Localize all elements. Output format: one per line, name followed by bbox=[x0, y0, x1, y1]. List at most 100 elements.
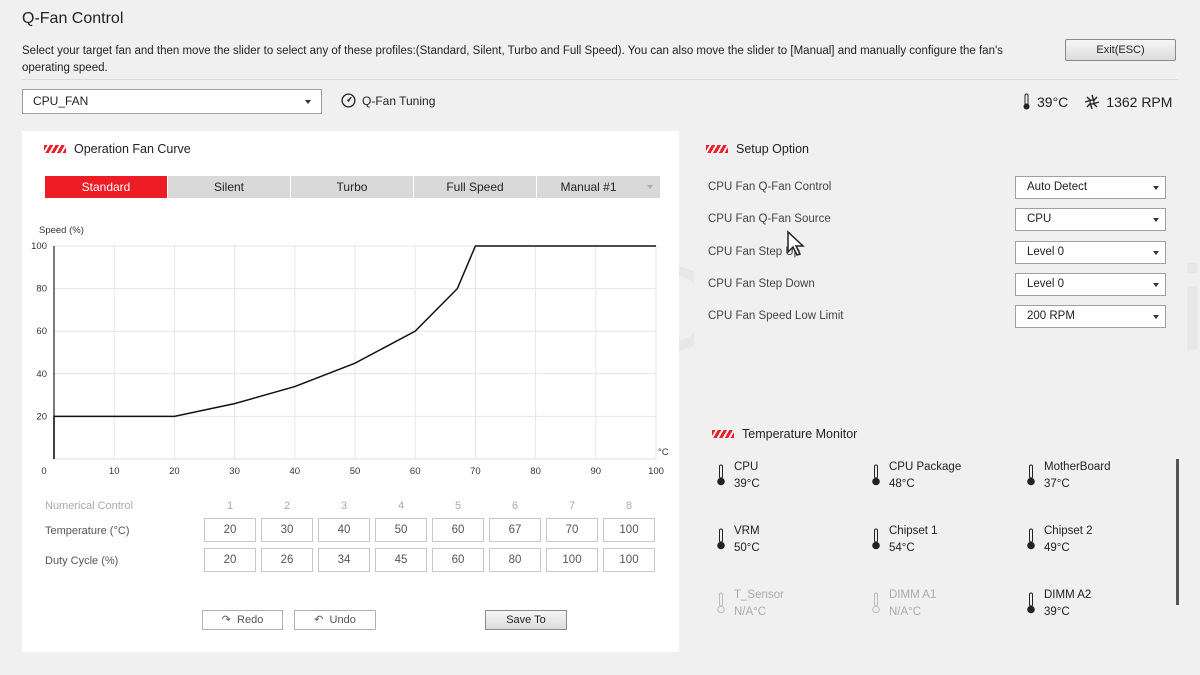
fan-curve-title: Operation Fan Curve bbox=[74, 142, 191, 156]
setup-option-value: CPU bbox=[1027, 213, 1052, 225]
temp-sensor-name: CPU Package bbox=[889, 461, 962, 473]
chevron-down-icon bbox=[1153, 218, 1159, 222]
x-tick-label: 100 bbox=[648, 466, 664, 477]
fan-curve-chart[interactable]: 0 10 20 30 40 50 60 70 80 90 100 20 40 60 80 100 Speed (… bbox=[22, 221, 679, 481]
undo-icon: ↶ bbox=[314, 614, 324, 626]
tab-standard[interactable]: Standard bbox=[45, 176, 167, 198]
fan-select-dropdown[interactable]: CPU_FAN bbox=[22, 89, 322, 114]
tab-turbo[interactable]: Turbo bbox=[291, 176, 413, 198]
chevron-down-icon bbox=[305, 100, 311, 104]
temperature-input[interactable]: 67 bbox=[489, 518, 541, 542]
thermometer-icon bbox=[872, 592, 880, 614]
setup-option-select[interactable]: Level 0 bbox=[1015, 273, 1166, 296]
temperature-input[interactable]: 30 bbox=[261, 518, 313, 542]
duty-cycle-input[interactable]: 34 bbox=[318, 548, 370, 572]
temp-sensor-item[interactable]: DIMM A1 N/A°C bbox=[872, 587, 936, 621]
temp-monitor-scrollbar[interactable] bbox=[1176, 459, 1179, 605]
y-tick-label: 40 bbox=[36, 369, 47, 380]
temperature-input[interactable]: 40 bbox=[318, 518, 370, 542]
header-divider bbox=[22, 79, 1178, 80]
temperature-input[interactable]: 100 bbox=[603, 518, 655, 542]
temp-sensor-item[interactable]: CPU 39°C bbox=[717, 459, 760, 493]
setup-option-value: 200 RPM bbox=[1027, 310, 1075, 322]
chevron-down-icon bbox=[1153, 283, 1159, 287]
temp-sensor-value: N/A°C bbox=[734, 606, 767, 618]
temp-sensor-item[interactable]: VRM 50°C bbox=[717, 523, 760, 557]
redo-button[interactable]: ↷ Redo bbox=[202, 610, 283, 630]
chevron-down-icon bbox=[647, 185, 653, 189]
temp-sensor-item[interactable]: T_Sensor N/A°C bbox=[717, 587, 784, 621]
window-title: Q-Fan Control bbox=[22, 10, 124, 27]
duty-cycle-input[interactable]: 100 bbox=[603, 548, 655, 572]
tab-manual-label: Manual #1 bbox=[560, 180, 617, 194]
setup-option-select[interactable]: Auto Detect bbox=[1015, 176, 1166, 199]
temp-sensor-name: VRM bbox=[734, 525, 760, 537]
temperature-input[interactable]: 70 bbox=[546, 518, 598, 542]
temperature-input[interactable]: 20 bbox=[204, 518, 256, 542]
temp-sensor-item[interactable]: CPU Package 48°C bbox=[872, 459, 961, 493]
setup-option-select[interactable]: 200 RPM bbox=[1015, 305, 1166, 328]
setup-option-value: Level 0 bbox=[1027, 278, 1065, 290]
temp-sensor-item[interactable]: MotherBoard 37°C bbox=[1027, 459, 1110, 493]
duty-cycle-input[interactable]: 60 bbox=[432, 548, 484, 572]
x-tick-label: 10 bbox=[109, 466, 120, 477]
point-index-label: 7 bbox=[568, 500, 576, 512]
setup-option-label: CPU Fan Q-Fan Control bbox=[708, 181, 832, 193]
chevron-down-icon bbox=[1153, 186, 1159, 190]
thermometer-icon bbox=[717, 464, 725, 486]
temp-sensor-value: 39°C bbox=[1044, 606, 1070, 618]
setup-header: Setup Option bbox=[706, 142, 809, 156]
exit-button[interactable]: Exit(ESC) bbox=[1065, 39, 1176, 61]
setup-option-select[interactable]: CPU bbox=[1015, 208, 1166, 231]
temp-monitor-header: Temperature Monitor bbox=[712, 427, 857, 441]
setup-panel: Setup Option CPU Fan Q-Fan Control Auto D… bbox=[694, 131, 1178, 652]
temp-sensor-value: 39°C bbox=[734, 478, 760, 490]
y-tick-label: 60 bbox=[36, 326, 47, 337]
temp-sensor-value: 48°C bbox=[889, 478, 915, 490]
thermometer-icon bbox=[1023, 93, 1030, 110]
x-tick-label: 70 bbox=[470, 466, 481, 477]
point-index-label: 8 bbox=[625, 500, 633, 512]
undo-button[interactable]: ↶ Undo bbox=[294, 610, 376, 630]
redo-label: Redo bbox=[237, 614, 264, 626]
x-tick-label: 20 bbox=[169, 466, 180, 477]
x-tick-label: 90 bbox=[591, 466, 602, 477]
duty-row-label: Duty Cycle (%) bbox=[45, 555, 119, 567]
tab-silent[interactable]: Silent bbox=[168, 176, 290, 198]
qfan-tuning-label: Q-Fan Tuning bbox=[362, 93, 436, 108]
temp-sensor-item[interactable]: DIMM A2 39°C bbox=[1027, 587, 1091, 621]
temp-sensor-item[interactable]: Chipset 2 49°C bbox=[1027, 523, 1093, 557]
fan-curve-panel: Operation Fan Curve Standard Silent Turb… bbox=[22, 131, 679, 652]
thermometer-icon bbox=[872, 464, 880, 486]
point-index-label: 4 bbox=[397, 500, 405, 512]
save-to-button[interactable]: Save To bbox=[485, 610, 567, 630]
temperature-input[interactable]: 60 bbox=[432, 518, 484, 542]
setup-option-value: Auto Detect bbox=[1027, 181, 1088, 193]
tab-full-speed[interactable]: Full Speed bbox=[414, 176, 536, 198]
setup-option-select[interactable]: Level 0 bbox=[1015, 241, 1166, 264]
undo-label: Undo bbox=[329, 614, 356, 626]
qfan-tuning-button[interactable]: Q-Fan Tuning bbox=[341, 93, 435, 108]
temperature-input[interactable]: 50 bbox=[375, 518, 427, 542]
duty-cycle-input[interactable]: 20 bbox=[204, 548, 256, 572]
thermometer-icon bbox=[1027, 464, 1035, 486]
temp-sensor-item[interactable]: Chipset 1 54°C bbox=[872, 523, 938, 557]
tab-manual[interactable]: Manual #1 bbox=[537, 176, 660, 198]
x-tick-label: 60 bbox=[410, 466, 421, 477]
point-index-label: 3 bbox=[340, 500, 348, 512]
stripes-icon bbox=[44, 145, 66, 153]
y-axis-label: Speed (%) bbox=[39, 225, 84, 236]
duty-cycle-input[interactable]: 100 bbox=[546, 548, 598, 572]
duty-cycle-input[interactable]: 26 bbox=[261, 548, 313, 572]
temperature-row-label: Temperature (°C) bbox=[45, 525, 130, 537]
duty-cycle-input[interactable]: 45 bbox=[375, 548, 427, 572]
setup-title: Setup Option bbox=[736, 142, 809, 156]
point-index-label: 6 bbox=[511, 500, 519, 512]
x-tick-label: 50 bbox=[350, 466, 361, 477]
numerical-control-label: Numerical Control bbox=[45, 500, 134, 512]
temperature-readout: 39°C bbox=[1037, 93, 1069, 110]
temp-sensor-name: Chipset 2 bbox=[1044, 525, 1093, 537]
x-tick-label: 80 bbox=[530, 466, 541, 477]
temp-sensor-name: DIMM A1 bbox=[889, 589, 937, 601]
duty-cycle-input[interactable]: 80 bbox=[489, 548, 541, 572]
